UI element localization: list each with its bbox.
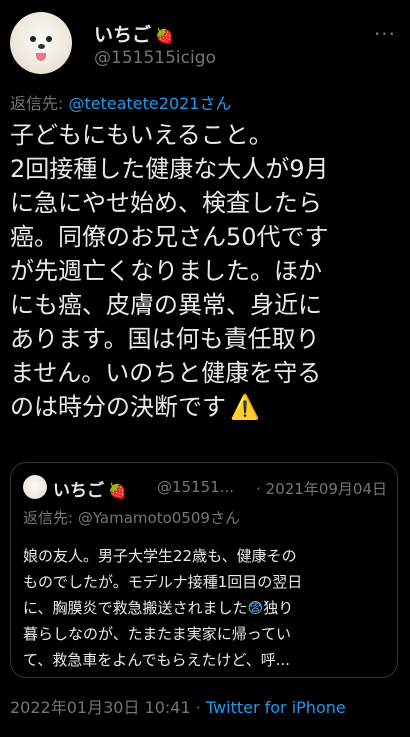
- tweet-line: 子どもにもいえること。: [10, 121, 273, 149]
- strawberry-icon: 🍓: [108, 482, 127, 500]
- quoted-reply-to: 返信先: @Yamamoto0509さん: [23, 507, 240, 528]
- tweet-line: あります。国は何も責任取り: [10, 325, 320, 353]
- more-options-icon[interactable]: ···: [374, 22, 396, 46]
- avatar-eye: [30, 36, 36, 42]
- tweet-footer: 2022年01月30日 10:41 · Twitter for iPhone: [10, 694, 346, 718]
- warning-icon: ⚠️: [230, 393, 260, 421]
- quoted-line: 娘の友人。男子大学生22歳も、健康その: [23, 547, 297, 565]
- tweet-timestamp[interactable]: 2022年01月30日 10:41 ·: [10, 698, 206, 717]
- scared-face-icon: 😨: [247, 599, 264, 617]
- avatar-nose: [38, 44, 45, 49]
- quoted-handle: @15151...: [157, 478, 235, 496]
- quoted-line-text: に、胸膜炎で救急搬送されました: [23, 599, 248, 617]
- tweet-line: 2回接種した健康な大人が9月: [10, 155, 329, 183]
- avatar[interactable]: [10, 12, 72, 74]
- quoted-text: 娘の友人。男子大学生22歳も、健康その ものでしたが。モデルナ接種1回目の翌日 …: [23, 543, 393, 673]
- reply-mention-link[interactable]: @teteatete2021さん: [68, 94, 231, 113]
- display-name-text: いちご: [94, 24, 152, 46]
- tweet-line: が先週亡くなりました。ほか: [10, 257, 322, 285]
- user-handle[interactable]: @151515icigo: [94, 48, 216, 68]
- reply-prefix: 返信先:: [10, 94, 69, 113]
- tweet-line: のは時分の決断です ⚠️: [10, 390, 402, 424]
- tweet-line: にも癌、皮膚の異常、身近に: [10, 291, 322, 319]
- strawberry-icon: 🍓: [155, 27, 174, 45]
- reply-to: 返信先: @teteatete2021さん: [10, 90, 231, 114]
- tweet-line: に急にやせ始め、検査したら: [10, 189, 322, 217]
- quoted-line: に、胸膜炎で救急搬送されました😨独り: [23, 595, 393, 621]
- tweet-text: 子どもにもいえること。 2回接種した健康な大人が9月 に急にやせ始め、検査したら…: [10, 118, 402, 424]
- display-name[interactable]: いちご 🍓: [94, 20, 174, 47]
- quoted-display-name-text: いちご: [53, 481, 104, 501]
- quoted-reply-prefix: 返信先:: [23, 509, 78, 527]
- quoted-tweet[interactable]: いちご 🍓 @15151... · 2021年09月04日 返信先: @Yamam…: [10, 462, 398, 678]
- quoted-line: ものでしたが。モデルナ接種1回目の翌日: [23, 573, 303, 591]
- quoted-avatar: [23, 475, 47, 499]
- tweet-source-link[interactable]: Twitter for iPhone: [206, 698, 346, 717]
- avatar-tongue: [36, 53, 46, 61]
- tweet-header: いちご 🍓 @151515icigo ···: [10, 12, 400, 78]
- tweet-line-text: のは時分の決断です: [10, 393, 226, 421]
- quoted-date: · 2021年09月04日: [256, 480, 387, 498]
- avatar-eye: [46, 36, 52, 42]
- quoted-line: 暮らしなのが、たまたま実家に帰ってい: [23, 625, 292, 643]
- quoted-line-text: 独り: [263, 599, 294, 617]
- quoted-reply-mention: @Yamamoto0509さん: [77, 509, 240, 527]
- tweet-line: ません。いのちと健康を守る: [10, 359, 322, 387]
- tweet-line: 癌。同僚のお兄さん50代です: [10, 223, 329, 251]
- quoted-line: て、救急車をよんでもらえたけど、呼...: [23, 651, 291, 669]
- quoted-display-name: いちご 🍓: [53, 476, 127, 501]
